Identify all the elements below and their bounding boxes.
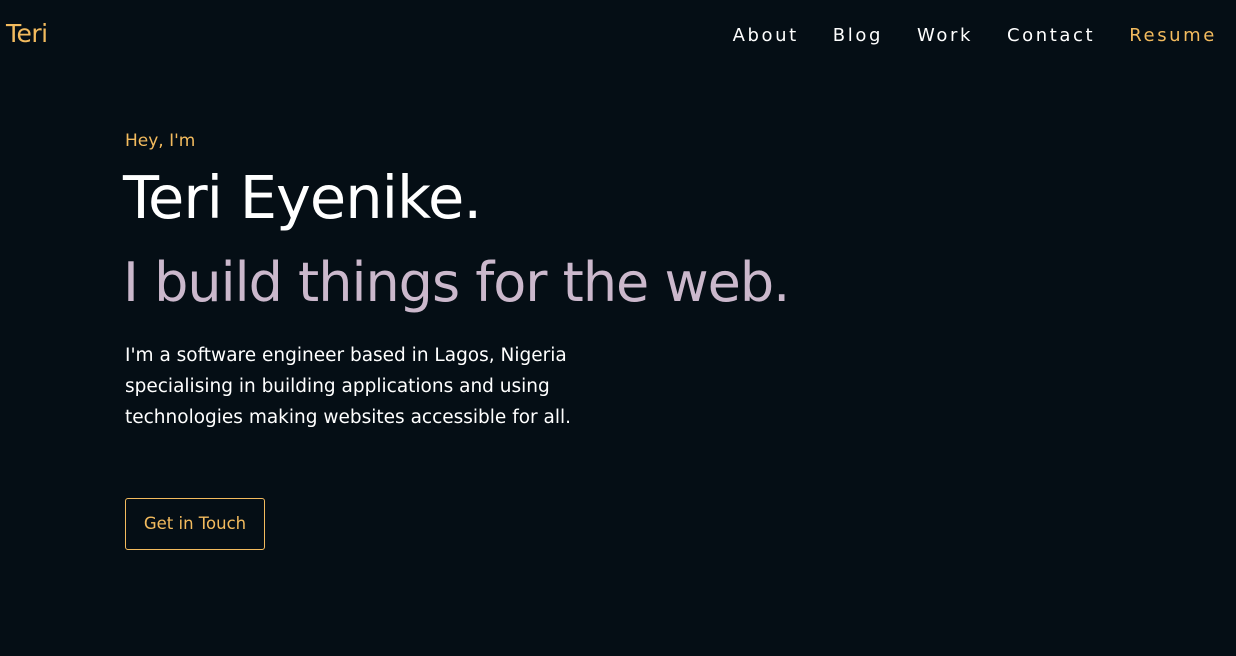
hero-tagline: I build things for the web. xyxy=(123,251,790,314)
hero-name: Teri Eyenike. xyxy=(123,163,482,232)
hero-section: Hey, I'm Teri Eyenike. I build things fo… xyxy=(123,128,885,433)
nav-item-resume[interactable]: Resume xyxy=(1129,24,1217,48)
nav-item-about[interactable]: About xyxy=(733,24,799,48)
page: Teri About Blog Work Contact Resume Hey,… xyxy=(0,0,1236,656)
site-logo[interactable]: Teri xyxy=(6,17,48,51)
hero-greeting: Hey, I'm xyxy=(125,131,196,151)
nav-item-work[interactable]: Work xyxy=(917,24,973,48)
main-nav: About Blog Work Contact Resume xyxy=(733,24,1217,48)
nav-item-contact[interactable]: Contact xyxy=(1007,24,1095,48)
nav-item-blog[interactable]: Blog xyxy=(833,24,883,48)
hero-bio: I'm a software engineer based in Lagos, … xyxy=(125,345,572,428)
get-in-touch-button[interactable]: Get in Touch xyxy=(125,498,265,550)
